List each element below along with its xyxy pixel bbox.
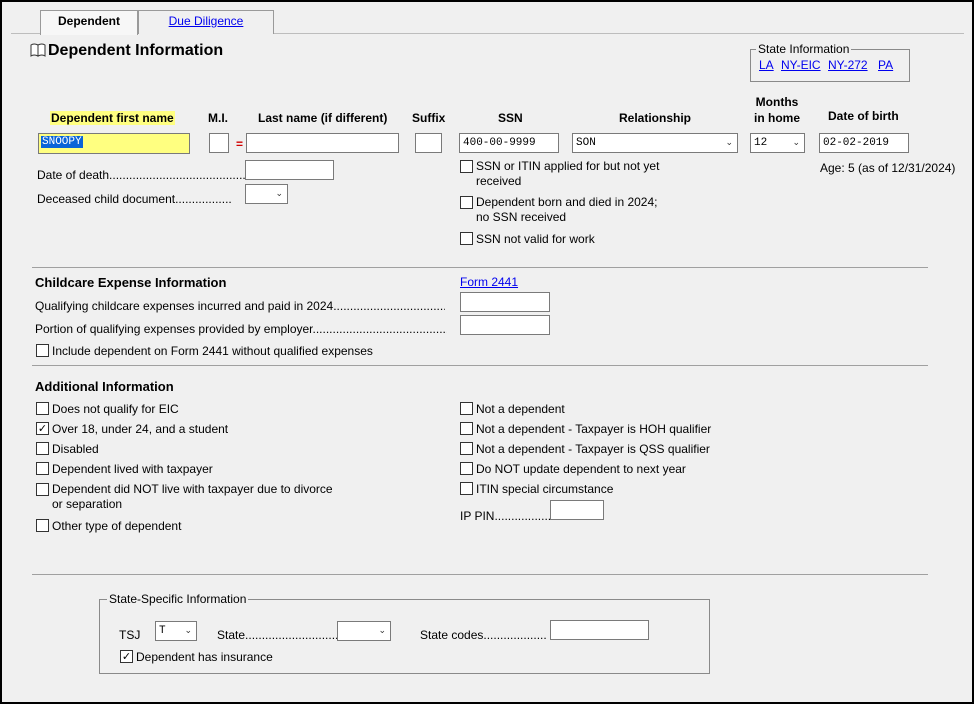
insurance-label: Dependent has insurance	[136, 650, 273, 664]
tab-due-diligence[interactable]: Due Diligence	[138, 10, 274, 34]
months-header-line1: Months	[755, 95, 799, 109]
ip-pin-label: IP PIN.................	[460, 509, 552, 523]
ssn-applied-label: SSN or ITIN applied for but not yet	[476, 159, 660, 173]
last-name-input[interactable]	[246, 133, 399, 153]
other-dependent-label: Other type of dependent	[52, 519, 182, 533]
qss-qualifier-checkbox[interactable]	[460, 442, 473, 455]
disabled-checkbox[interactable]	[36, 442, 49, 455]
equals-marker: =	[236, 137, 244, 151]
childcare-expenses-label: Qualifying childcare expenses incurred a…	[35, 299, 445, 313]
state-label: State............................	[217, 628, 339, 642]
deceased-doc-select[interactable]: ⌄	[245, 184, 288, 204]
tsj-select[interactable]: T ⌄	[155, 621, 197, 641]
chevron-down-icon: ⌄	[184, 626, 192, 636]
student-checkbox[interactable]: ✓	[36, 422, 49, 435]
state-select[interactable]: ⌄	[337, 621, 391, 641]
chevron-down-icon: ⌄	[725, 138, 733, 148]
ssn-header: SSN	[498, 111, 523, 125]
state-link-la[interactable]: LA	[759, 58, 774, 72]
itin-special-checkbox[interactable]	[460, 482, 473, 495]
months-select[interactable]: 12 ⌄	[750, 133, 805, 153]
hoh-qualifier-checkbox[interactable]	[460, 422, 473, 435]
mi-header: M.I.	[208, 111, 228, 125]
ssn-not-valid-checkbox[interactable]	[460, 232, 473, 245]
suffix-input[interactable]	[415, 133, 442, 153]
lived-with-checkbox[interactable]	[36, 462, 49, 475]
no-eic-label: Does not qualify for EIC	[52, 402, 179, 416]
born-died-label: Dependent born and died in 2024;	[476, 195, 658, 209]
page-title: Dependent Information	[48, 42, 224, 59]
state-info-title: State Information	[756, 42, 852, 56]
first-name-header: Dependent first name	[50, 111, 175, 125]
dob-header: Date of birth	[828, 109, 899, 123]
disabled-label: Disabled	[52, 442, 99, 456]
state-link-pa[interactable]: PA	[878, 58, 893, 72]
last-name-header: Last name (if different)	[258, 111, 388, 125]
divorce-label: Dependent did NOT live with taxpayer due…	[52, 482, 333, 496]
childcare-expenses-input[interactable]	[460, 292, 550, 312]
first-name-value: SNOOPY	[41, 136, 83, 148]
state-specific-title: State-Specific Information	[107, 592, 249, 606]
born-died-checkbox[interactable]	[460, 196, 473, 209]
suffix-header: Suffix	[412, 111, 446, 125]
include-2441-label: Include dependent on Form 2441 without q…	[52, 344, 373, 358]
itin-special-label: ITIN special circumstance	[476, 482, 614, 496]
divorce-checkbox[interactable]	[36, 483, 49, 496]
dob-input[interactable]	[819, 133, 909, 153]
ssn-input[interactable]	[459, 133, 559, 153]
ssn-not-valid-label: SSN not valid for work	[476, 232, 595, 246]
divorce-label-line2: or separation	[52, 497, 123, 511]
months-header-line2: in home	[754, 111, 801, 125]
months-value: 12	[754, 137, 768, 149]
lived-with-label: Dependent lived with taxpayer	[52, 462, 213, 476]
mi-input[interactable]	[209, 133, 229, 153]
window-frame: Dependent Due Diligence Dependent Inform…	[0, 0, 974, 704]
relationship-select[interactable]: SON ⌄	[572, 133, 738, 153]
no-update-label: Do NOT update dependent to next year	[476, 462, 686, 476]
childcare-section-title: Childcare Expense Information	[35, 275, 227, 290]
employer-portion-label: Portion of qualifying expenses provided …	[35, 322, 447, 336]
state-codes-input[interactable]	[550, 620, 649, 640]
not-dependent-checkbox[interactable]	[460, 402, 473, 415]
tab-dependent[interactable]: Dependent	[40, 10, 138, 35]
hoh-qualifier-label: Not a dependent - Taxpayer is HOH qualif…	[476, 422, 712, 436]
divider	[32, 574, 928, 575]
relationship-value: SON	[576, 137, 596, 149]
chevron-down-icon: ⌄	[792, 138, 800, 148]
relationship-header: Relationship	[619, 111, 692, 125]
insurance-checkbox[interactable]: ✓	[120, 650, 133, 663]
age-text: Age: 5 (as of 12/31/2024)	[820, 161, 956, 175]
deceased-doc-label: Deceased child document.................	[37, 192, 232, 206]
additional-section-title: Additional Information	[35, 379, 174, 394]
book-icon	[30, 43, 46, 57]
date-of-death-input[interactable]	[245, 160, 334, 180]
ssn-applied-label-line2: received	[476, 174, 522, 188]
state-codes-label: State codes...................	[420, 628, 547, 642]
tsj-value: T	[159, 625, 166, 637]
other-dependent-checkbox[interactable]	[36, 519, 49, 532]
form-2441-link[interactable]: Form 2441	[460, 275, 518, 289]
first-name-input[interactable]: SNOOPY	[38, 133, 190, 154]
divider	[32, 365, 928, 366]
chevron-down-icon: ⌄	[378, 626, 386, 636]
include-2441-checkbox[interactable]	[36, 344, 49, 357]
employer-portion-input[interactable]	[460, 315, 550, 335]
date-of-death-label: Date of death...........................…	[37, 168, 253, 182]
not-dependent-label: Not a dependent	[476, 402, 565, 416]
divider	[32, 267, 928, 268]
state-link-ny-272[interactable]: NY-272	[828, 58, 868, 72]
no-eic-checkbox[interactable]	[36, 402, 49, 415]
chevron-down-icon: ⌄	[275, 189, 283, 199]
ip-pin-input[interactable]	[550, 500, 604, 520]
born-died-label-line2: no SSN received	[476, 210, 567, 224]
state-link-ny-eic[interactable]: NY-EIC	[781, 58, 821, 72]
no-update-checkbox[interactable]	[460, 462, 473, 475]
ssn-applied-checkbox[interactable]	[460, 160, 473, 173]
tsj-label: TSJ	[119, 628, 141, 642]
qss-qualifier-label: Not a dependent - Taxpayer is QSS qualif…	[476, 442, 710, 456]
student-label: Over 18, under 24, and a student	[52, 422, 229, 436]
